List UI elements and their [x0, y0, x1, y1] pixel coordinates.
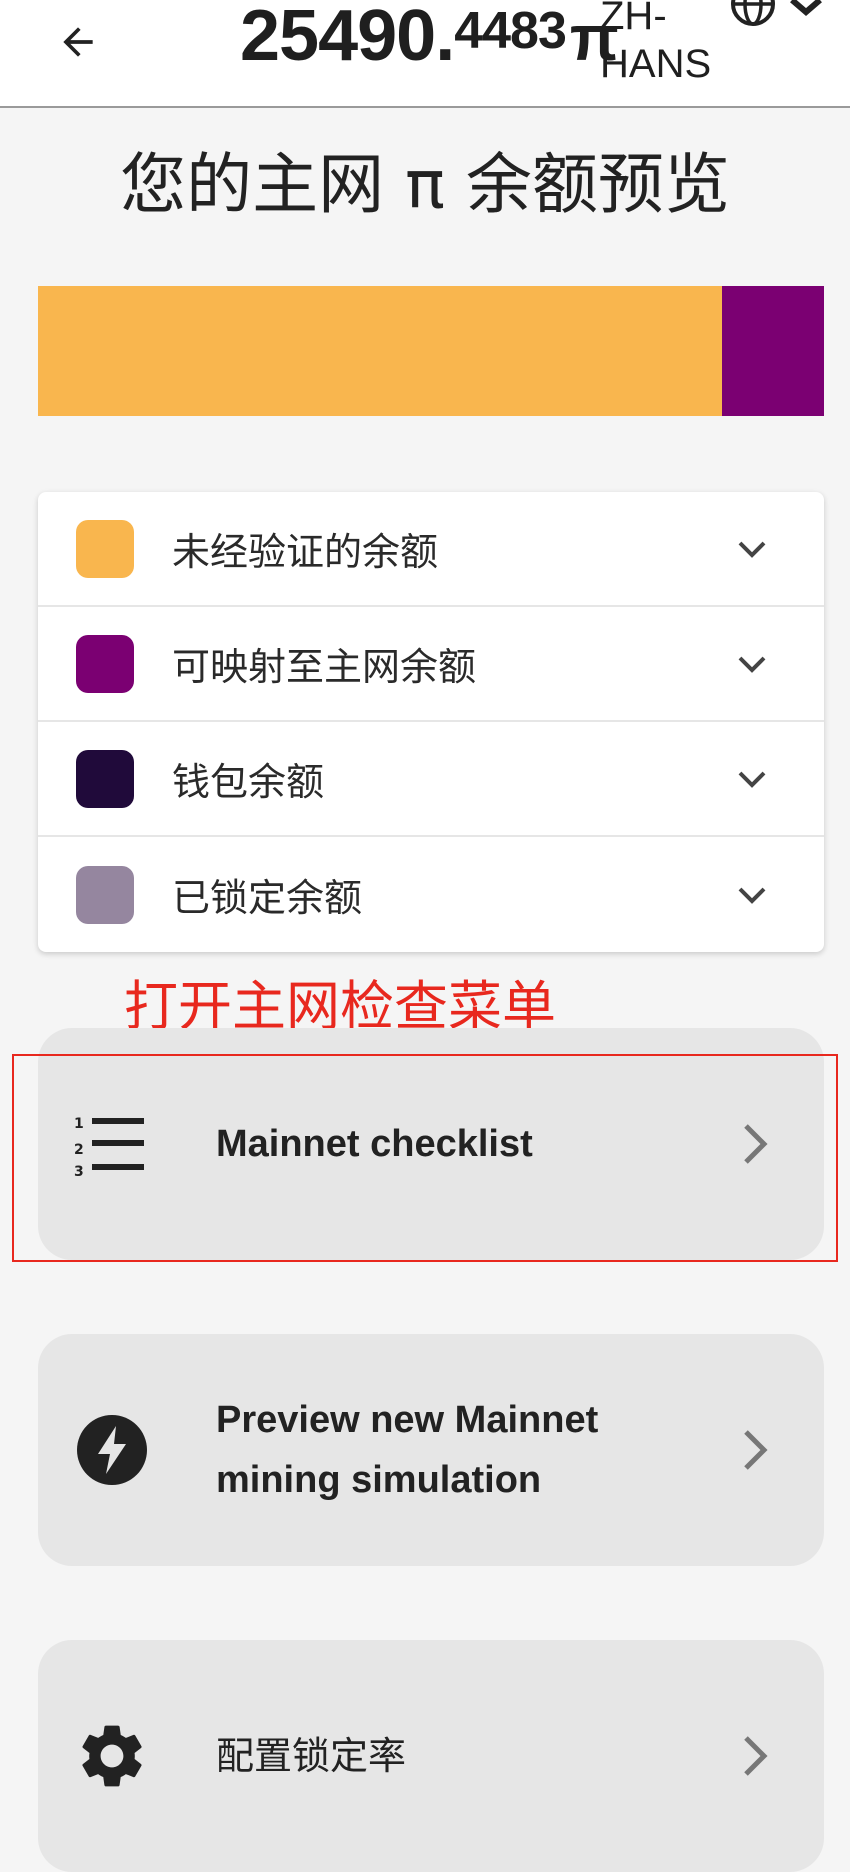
balance-bar	[38, 286, 824, 416]
language-label[interactable]: ZH-HANS	[600, 0, 730, 88]
chevron-right-icon	[744, 1124, 768, 1164]
legend-row-wallet[interactable]: 钱包余额	[38, 722, 824, 837]
balance-bar-segment-1	[721, 286, 824, 416]
legend-label: 钱包余额	[172, 760, 325, 804]
action-label: 配置锁定率	[216, 1734, 407, 1778]
chevron-right-icon	[744, 1736, 768, 1776]
balance-amount: 25490.4483π	[240, 0, 619, 76]
mining-simulation-button[interactable]: Preview new Mainnet mining simulation	[38, 1334, 824, 1566]
action-label: Preview new Mainnet mining simulation	[216, 1399, 599, 1501]
legend-row-mappable[interactable]: 可映射至主网余额	[38, 607, 824, 722]
chevron-down-icon	[738, 656, 766, 673]
lockup-rate-button[interactable]: 配置锁定率	[38, 1640, 824, 1872]
gear-icon	[82, 1725, 142, 1787]
legend-row-locked[interactable]: 已锁定余额	[38, 837, 824, 952]
legend-label: 可映射至主网余额	[172, 645, 477, 689]
chevron-down-icon	[738, 887, 766, 904]
swatch-unverified	[76, 519, 134, 578]
swatch-wallet	[76, 749, 134, 808]
legend-row-unverified[interactable]: 未经验证的余额	[38, 492, 824, 607]
arrow-left-icon	[63, 27, 93, 57]
svg-text:1: 1	[74, 1116, 84, 1132]
balance-integer: 25490.	[240, 0, 455, 76]
legend-label: 已锁定余额	[172, 876, 363, 920]
balance-bar-segment-0	[38, 286, 722, 416]
chevron-down-icon	[790, 0, 822, 16]
mainnet-checklist-button[interactable]: 1 2 3 Mainnet checklist	[38, 1028, 824, 1260]
swatch-mappable	[76, 634, 134, 693]
swatch-locked	[76, 865, 134, 924]
chevron-down-icon	[738, 771, 766, 788]
numbered-list-icon: 1 2 3	[74, 1116, 144, 1180]
language-selector[interactable]	[728, 0, 838, 38]
globe-icon	[731, 0, 775, 26]
chevron-down-icon	[738, 541, 766, 558]
action-label: Mainnet checklist	[216, 1123, 533, 1165]
svg-text:3: 3	[74, 1164, 84, 1180]
lightning-icon	[77, 1415, 147, 1485]
top-bar: 25490.4483π ZH-HANS	[0, 0, 850, 108]
page-title: 您的主网 π 余额预览	[120, 146, 730, 223]
legend-label: 未经验证的余额	[172, 530, 439, 574]
chevron-right-icon	[744, 1430, 768, 1470]
balance-decimal: 4483	[454, 2, 567, 60]
back-button[interactable]	[50, 14, 106, 70]
balance-legend: 未经验证的余额 可映射至主网余额 钱包余额 已锁定余额	[38, 492, 824, 952]
svg-text:2: 2	[74, 1142, 84, 1158]
